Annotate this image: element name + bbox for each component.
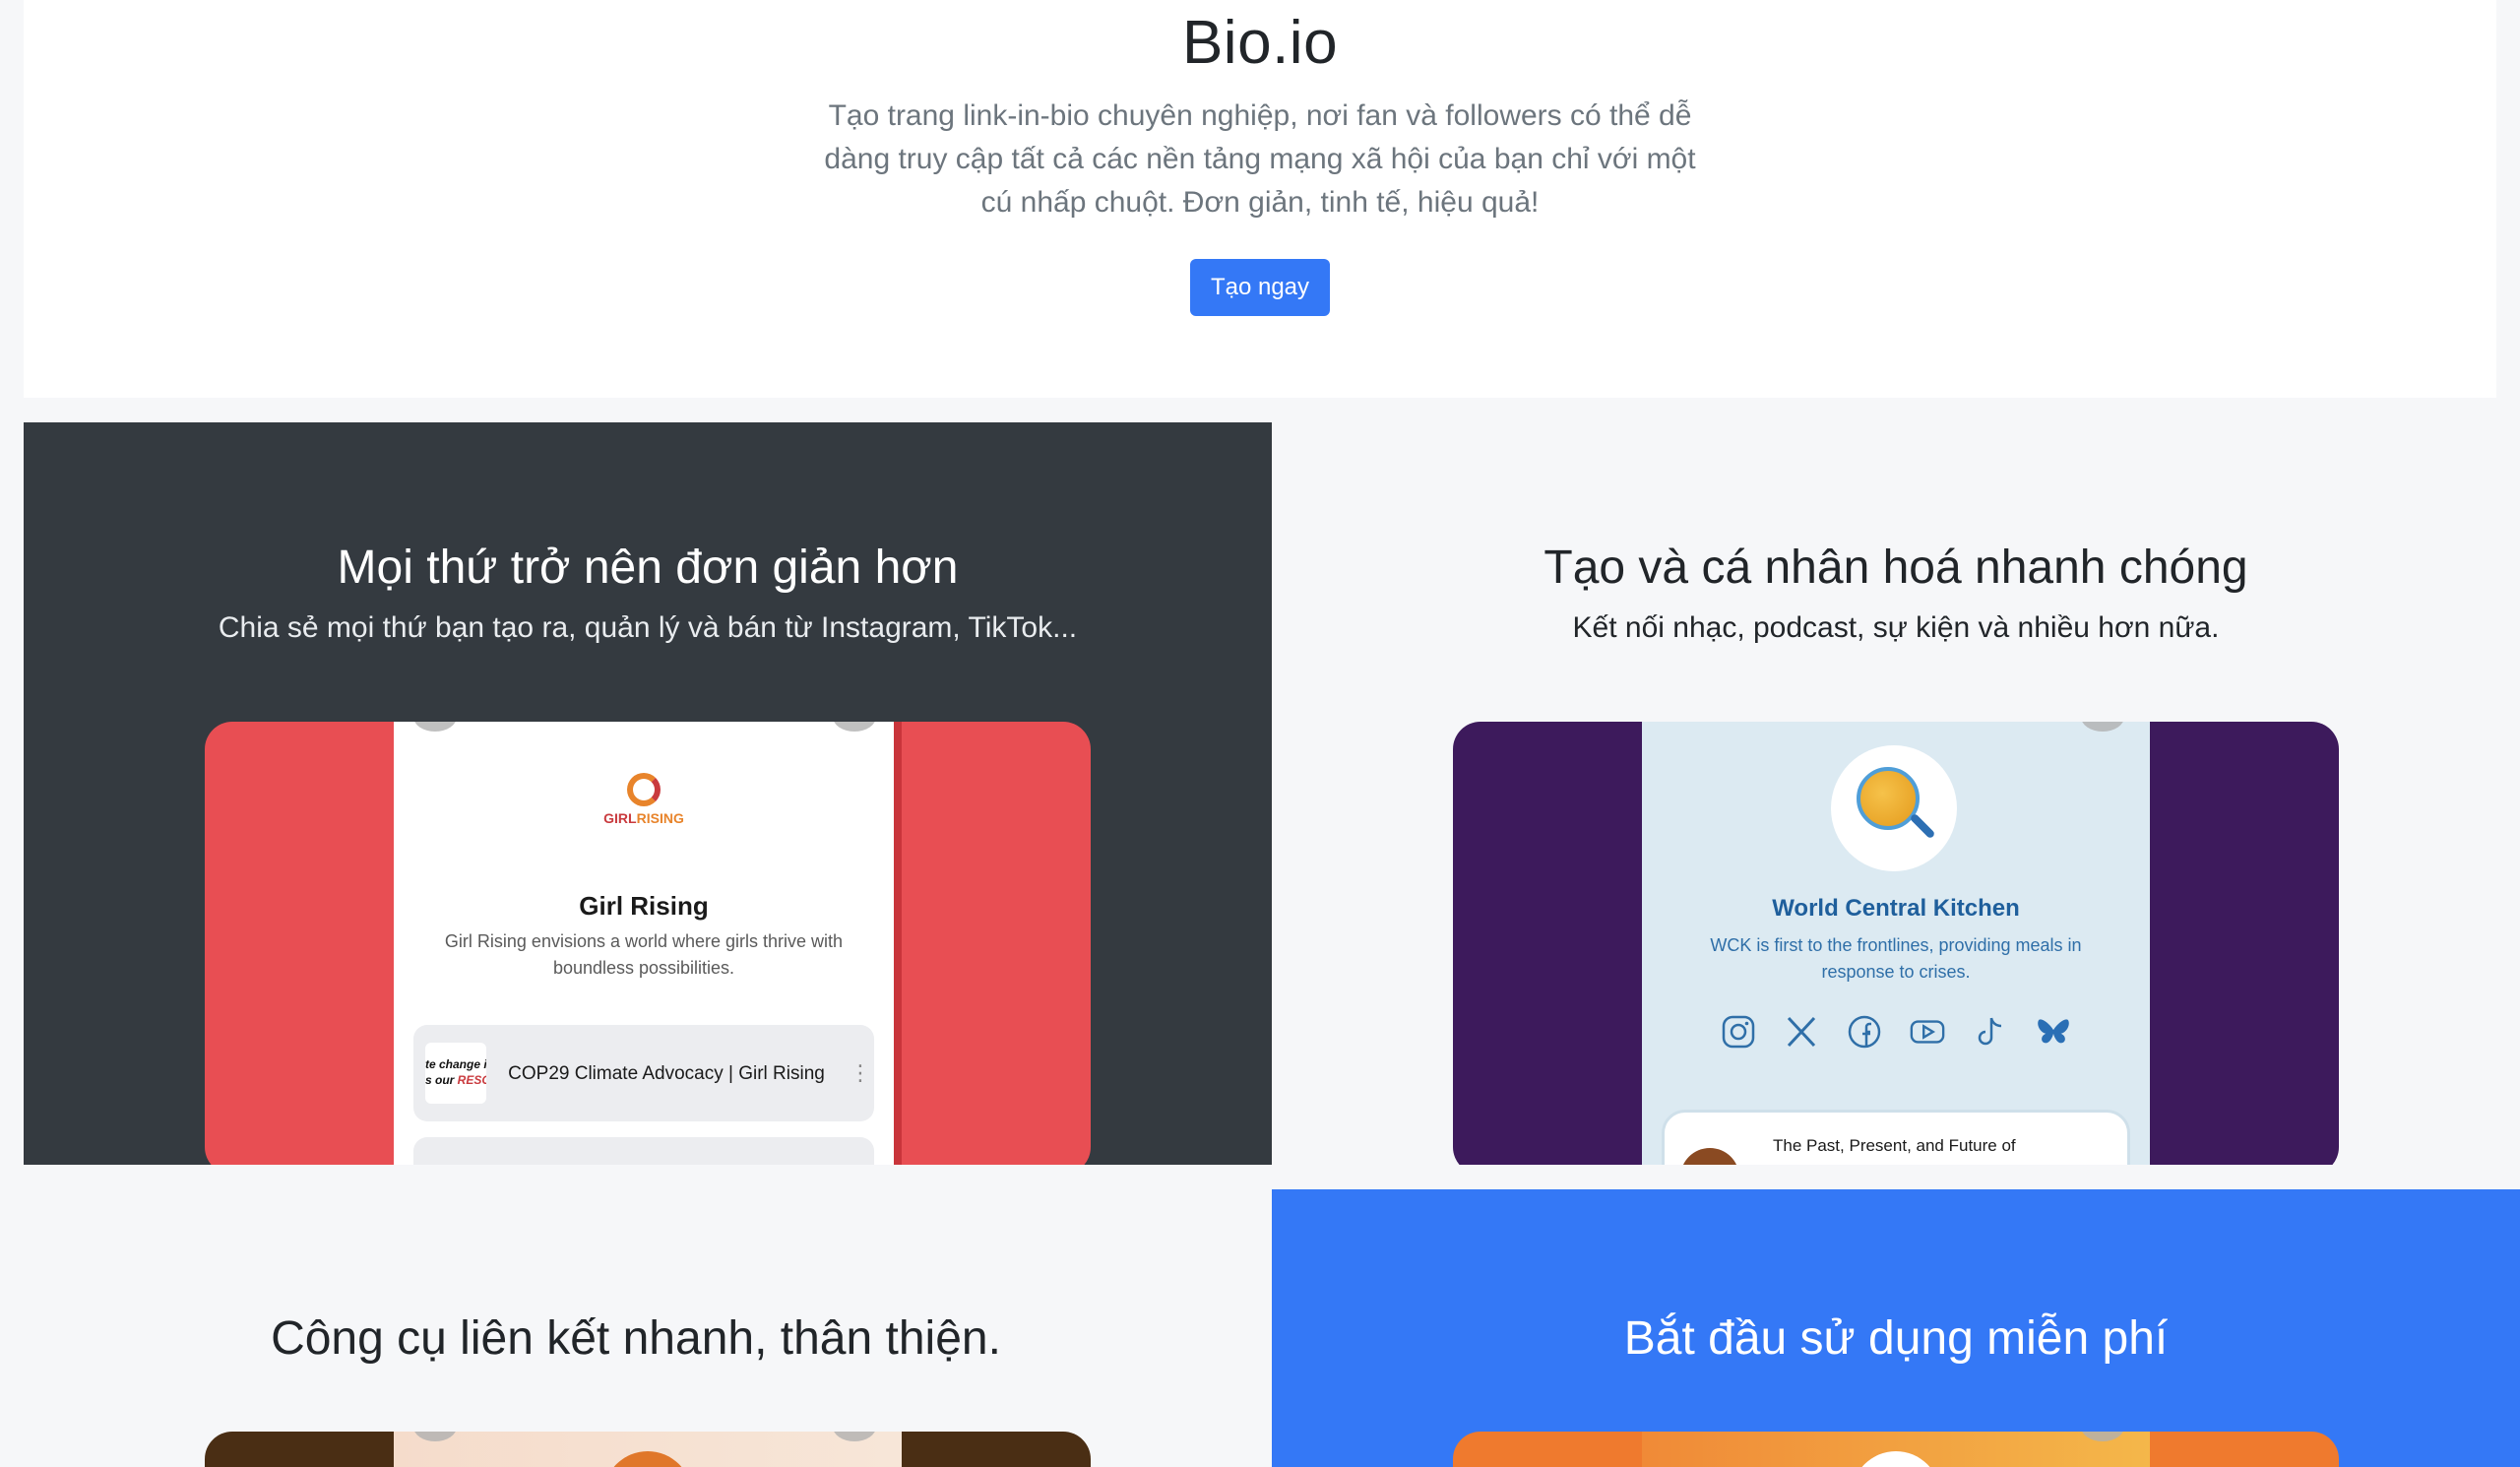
link-card[interactable]: te change i s our RESO COP29 Climate Adv… xyxy=(413,1025,874,1121)
logo-mark-icon xyxy=(627,773,661,806)
link-card[interactable] xyxy=(413,1137,874,1165)
phone-screen: World Central Kitchen WCK is first to th… xyxy=(1642,722,2150,1165)
feature-panel-free: Bắt đầu sử dụng miễn phí xyxy=(1272,1189,2520,1467)
feature-panel-simple: Mọi thứ trở nên đơn giản hơn Chia sẻ mọi… xyxy=(24,422,1272,1165)
girl-rising-logo: GIRLRISING xyxy=(394,773,894,826)
decor-dot xyxy=(413,1432,457,1441)
profile-description: WCK is first to the frontlines, providin… xyxy=(1710,935,2082,982)
preview-mockup xyxy=(205,1432,1091,1467)
feature-subtitle: Kết nối nhạc, podcast, sự kiện và nhiều … xyxy=(1572,611,2220,644)
tiktok-icon[interactable] xyxy=(1972,1013,2009,1051)
decor-dot xyxy=(2081,1432,2124,1441)
facebook-icon[interactable] xyxy=(1846,1013,1883,1051)
preview-mockup: GIRLRISING Girl Rising Girl Rising envis… xyxy=(205,722,1091,1165)
feature-panel-customize: Tạo và cá nhân hoá nhanh chóng Kết nối n… xyxy=(1272,422,2520,1165)
hero-description: Tạo trang link-in-bio chuyên nghiệp, nơi… xyxy=(824,99,1696,219)
preview-mockup xyxy=(1453,1432,2339,1467)
decor-dot xyxy=(2081,722,2124,732)
site-title: Bio.io xyxy=(1181,9,1339,77)
decor-dot xyxy=(833,1432,876,1441)
wck-logo xyxy=(1831,745,1957,871)
feature-title: Mọi thứ trở nên đơn giản hơn xyxy=(337,542,959,594)
phone-screen xyxy=(1642,1432,2150,1467)
social-icons xyxy=(1642,1013,2150,1051)
feature-title: Tạo và cá nhân hoá nhanh chóng xyxy=(1544,542,2248,594)
feature-title: Công cụ liên kết nhanh, thân thiện. xyxy=(271,1312,1001,1365)
x-icon[interactable] xyxy=(1783,1013,1820,1051)
instagram-icon[interactable] xyxy=(1720,1013,1757,1051)
bluesky-icon[interactable] xyxy=(2035,1013,2072,1051)
link-title: COP29 Climate Advocacy | Girl Rising xyxy=(508,1062,825,1084)
kebab-icon[interactable]: ⋮ xyxy=(847,1060,874,1086)
profile-avatar xyxy=(1852,1451,1940,1467)
profile-avatar xyxy=(603,1451,692,1467)
globe-icon xyxy=(1857,767,1920,830)
link-thumbnail: te change i s our RESO xyxy=(425,1043,486,1104)
link-title: The Past, Present, and Future of xyxy=(1773,1136,2016,1155)
decor-dot xyxy=(413,722,457,732)
hero-section: Bio.io Tạo trang link-in-bio chuyên nghi… xyxy=(24,0,2496,398)
link-card[interactable]: The Past, Present, and Future of xyxy=(1662,1110,2130,1165)
link-thumbnail xyxy=(1680,1148,1739,1165)
phone-screen: GIRLRISING Girl Rising Girl Rising envis… xyxy=(394,722,902,1165)
profile-name: Girl Rising xyxy=(579,891,709,921)
feature-panel-tools: Công cụ liên kết nhanh, thân thiện. xyxy=(0,1189,1272,1467)
phone-screen xyxy=(394,1432,902,1467)
profile-name: World Central Kitchen xyxy=(1772,895,2020,922)
feature-subtitle: Chia sẻ mọi thứ bạn tạo ra, quản lý và b… xyxy=(218,611,1078,644)
youtube-icon[interactable] xyxy=(1909,1013,1946,1051)
profile-description: Girl Rising envisions a world where girl… xyxy=(444,931,844,978)
decor-dot xyxy=(833,722,876,732)
feature-title: Bắt đầu sử dụng miễn phí xyxy=(1623,1312,2169,1365)
preview-mockup: World Central Kitchen WCK is first to th… xyxy=(1453,722,2339,1165)
create-now-button[interactable]: Tạo ngay xyxy=(1190,259,1330,316)
